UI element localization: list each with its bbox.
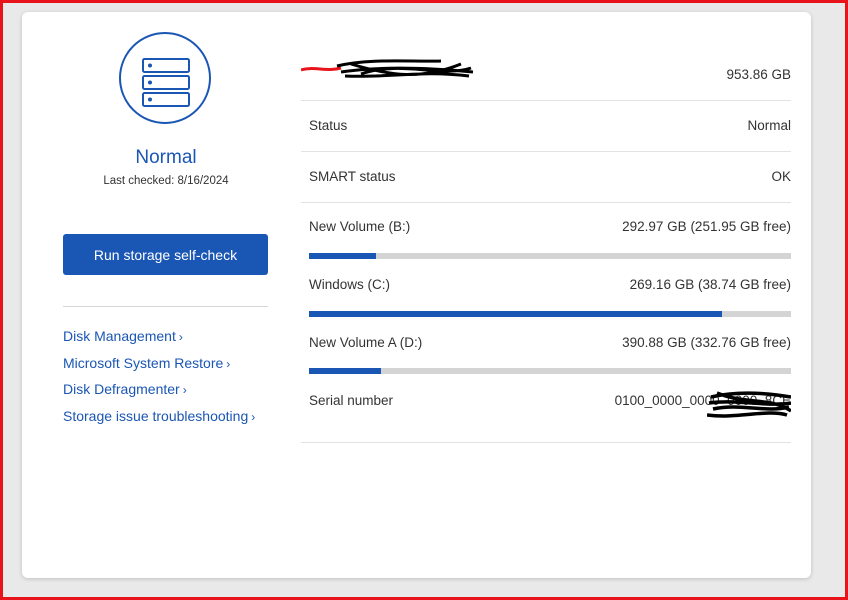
run-storage-self-check-button[interactable]: Run storage self-check bbox=[63, 234, 268, 275]
serial-number-label: Serial number bbox=[309, 393, 394, 408]
row-divider bbox=[301, 442, 791, 443]
link-storage-troubleshooting[interactable]: Storage issue troubleshooting › bbox=[63, 408, 255, 435]
volume-size: 390.88 GB (332.76 GB free) bbox=[622, 335, 791, 350]
volume-usage-bar bbox=[309, 311, 791, 317]
last-checked-text: Last checked: 8/16/2024 bbox=[103, 175, 229, 187]
volume-size: 269.16 GB (38.74 GB free) bbox=[629, 277, 791, 292]
row-divider bbox=[301, 100, 791, 101]
status-label: Status bbox=[309, 118, 348, 133]
smart-status-value: OK bbox=[771, 169, 791, 184]
volume-usage-fill bbox=[309, 311, 722, 317]
volume-label: New Volume (B:) bbox=[309, 219, 411, 234]
chevron-right-icon: › bbox=[178, 330, 183, 344]
link-microsoft-system-restore[interactable]: Microsoft System Restore › bbox=[63, 355, 255, 382]
storage-card: Normal Last checked: 8/16/2024 Run stora… bbox=[22, 12, 811, 578]
status-value: Normal bbox=[747, 118, 791, 133]
smart-status-label: SMART status bbox=[309, 169, 396, 184]
chevron-right-icon: › bbox=[226, 356, 231, 371]
drive-capacity: 953.86 GB bbox=[726, 67, 791, 82]
left-panel: Normal Last checked: 8/16/2024 Run stora… bbox=[22, 12, 312, 578]
row-divider bbox=[301, 202, 791, 203]
volume-usage-fill bbox=[309, 368, 381, 374]
redacted-drive-name bbox=[301, 59, 474, 78]
details-panel: 953.86 GB Status Normal SMART status OK … bbox=[301, 12, 791, 578]
volume-label: Windows (C:) bbox=[309, 277, 391, 292]
divider bbox=[63, 306, 268, 307]
volume-label: New Volume A (D:) bbox=[309, 335, 423, 350]
row-divider bbox=[301, 151, 791, 152]
volume-usage-bar bbox=[309, 368, 791, 374]
chevron-right-icon: › bbox=[182, 383, 187, 398]
health-status-title: Normal bbox=[135, 147, 197, 168]
serial-number-value: 0100_0000_0000_0000_8CE bbox=[614, 393, 791, 408]
storage-drive-icon bbox=[119, 32, 211, 124]
chevron-right-icon: › bbox=[251, 410, 256, 425]
link-disk-management[interactable]: Disk Management › bbox=[63, 328, 255, 355]
volume-usage-fill bbox=[309, 253, 377, 259]
link-disk-defragmenter[interactable]: Disk Defragmenter › bbox=[63, 381, 255, 408]
volume-usage-bar bbox=[309, 253, 791, 259]
related-links: Disk Management › Microsoft System Restor… bbox=[63, 328, 255, 435]
volume-size: 292.97 GB (251.95 GB free) bbox=[622, 219, 791, 234]
